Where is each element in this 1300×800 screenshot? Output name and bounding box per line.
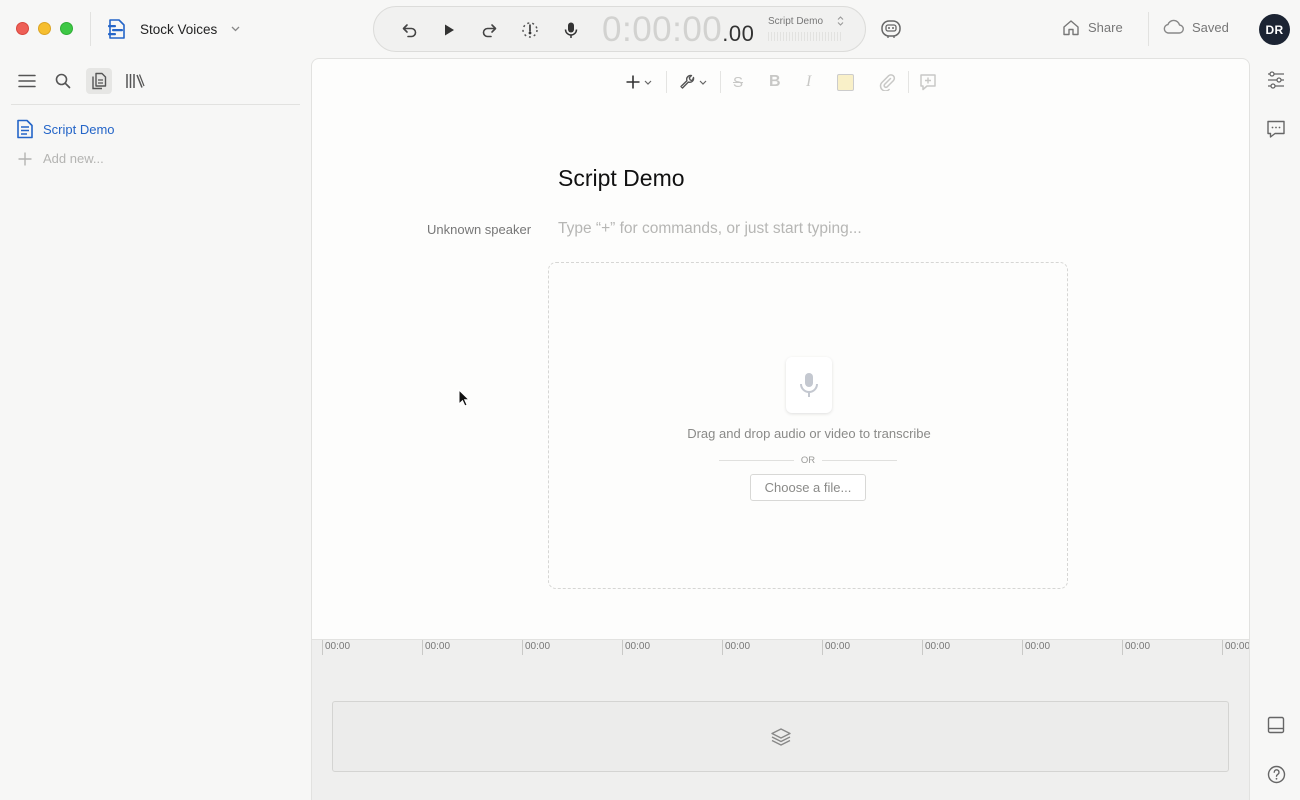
document-title[interactable]: Script Demo (558, 165, 685, 192)
document-icon (16, 119, 34, 139)
choose-file-button[interactable]: Choose a file... (750, 474, 866, 501)
share-button[interactable]: Share (1062, 19, 1123, 36)
wrench-icon[interactable] (679, 71, 707, 93)
timeline-tick: 00:00 (822, 640, 850, 655)
attachment-icon[interactable] (878, 71, 896, 93)
add-icon[interactable] (625, 71, 652, 93)
timeline-tick: 00:00 (622, 640, 650, 655)
level-meter (768, 32, 842, 41)
up-down-chevron-icon (837, 15, 844, 27)
panel-toggle-icon[interactable] (1265, 714, 1287, 736)
bold-icon[interactable]: B (769, 71, 781, 93)
italic-icon[interactable]: I (806, 71, 811, 93)
timeline-track[interactable] (332, 701, 1229, 772)
help-icon[interactable] (1265, 763, 1287, 785)
timeline[interactable]: 00:00 00:00 00:00 00:00 00:00 00:00 00:0… (312, 639, 1249, 800)
strikethrough-icon[interactable]: S (733, 71, 743, 93)
media-dropzone[interactable]: Drag and drop audio or video to transcri… (548, 262, 1068, 589)
title-bar: Stock Voices 0:00:00.00 Script Demo Shar… (0, 0, 1300, 58)
sidebar-item-script-demo[interactable]: Script Demo (16, 119, 115, 139)
speaker-label[interactable]: Unknown speaker (427, 222, 531, 237)
timeline-tick: 00:00 (322, 640, 350, 655)
highlight-color-icon[interactable] (837, 71, 854, 93)
redo-icon[interactable] (478, 19, 500, 41)
divider (666, 71, 667, 93)
timecode-display: 0:00:00.00 (602, 10, 754, 50)
saved-label: Saved (1192, 19, 1229, 35)
minimize-window-button[interactable] (38, 22, 51, 35)
app-logo-icon (106, 18, 128, 40)
library-icon[interactable] (122, 68, 148, 94)
robot-assistant-icon[interactable] (879, 18, 903, 40)
fullscreen-window-button[interactable] (60, 22, 73, 35)
plus-icon (18, 152, 32, 166)
chevron-down-icon (231, 26, 240, 32)
timeline-tick: 00:00 (922, 640, 950, 655)
composition-selector[interactable]: Script Demo (768, 16, 844, 27)
timecode-main: 0:00:00 (602, 10, 723, 49)
home-icon (1062, 19, 1080, 36)
mouse-cursor (458, 389, 470, 407)
timeline-tick: 00:00 (1122, 640, 1150, 655)
add-comment-icon[interactable] (919, 71, 937, 93)
divider (908, 71, 909, 93)
close-window-button[interactable] (16, 22, 29, 35)
sidebar: Script Demo Add new... (0, 58, 311, 800)
undo-icon[interactable] (399, 19, 421, 41)
microphone-icon[interactable] (560, 19, 582, 41)
right-rail (1251, 58, 1300, 800)
dropzone-instruction: Drag and drop audio or video to transcri… (687, 426, 931, 441)
menu-icon[interactable] (14, 68, 40, 94)
timeline-tick: 00:00 (422, 640, 450, 655)
transport-bar: 0:00:00.00 Script Demo (373, 6, 866, 52)
add-new-label: Add new... (43, 151, 104, 166)
add-new-button[interactable]: Add new... (18, 151, 104, 166)
documents-icon[interactable] (86, 68, 112, 94)
saved-status: Saved (1162, 19, 1229, 35)
sidebar-item-label: Script Demo (43, 121, 115, 137)
properties-icon[interactable] (1265, 69, 1287, 91)
or-separator: OR (719, 454, 897, 466)
divider (11, 104, 300, 105)
sidebar-toolbar (14, 68, 148, 94)
divider (90, 12, 91, 46)
comments-icon[interactable] (1265, 118, 1287, 140)
timeline-tick: 00:00 (722, 640, 750, 655)
composition-label: Script Demo (768, 16, 824, 27)
timeline-tick: 00:00 (1222, 640, 1249, 655)
timecode-fraction: .00 (722, 21, 755, 46)
microphone-icon (786, 357, 832, 413)
loop-icon[interactable] (519, 19, 541, 41)
editor-pane: S B I Script Demo Unknown speaker Type “… (311, 58, 1250, 800)
timeline-tick: 00:00 (1022, 640, 1050, 655)
format-toolbar: S B I (312, 69, 1249, 95)
project-name: Stock Voices (140, 21, 218, 37)
editor-placeholder[interactable]: Type “+” for commands, or just start typ… (558, 220, 862, 238)
search-icon[interactable] (50, 68, 76, 94)
cloud-icon (1162, 19, 1184, 35)
share-label: Share (1088, 20, 1123, 35)
divider (720, 71, 721, 93)
divider (1148, 12, 1149, 46)
play-icon[interactable] (438, 19, 460, 41)
timeline-tick: 00:00 (522, 640, 550, 655)
project-switcher[interactable]: Stock Voices (106, 16, 240, 42)
layers-icon (770, 726, 792, 748)
avatar[interactable]: DR (1259, 14, 1290, 45)
